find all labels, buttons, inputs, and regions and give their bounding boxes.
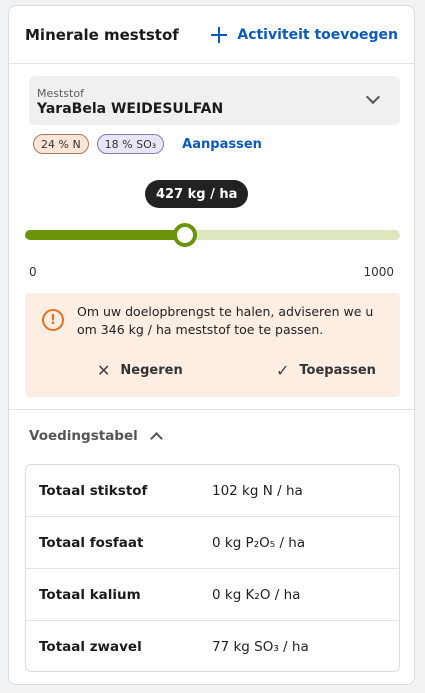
chevron-up-icon: [149, 432, 163, 445]
table-row: Totaal stikstof 102 kg N / ha: [26, 465, 399, 517]
row-label: Totaal kalium: [39, 586, 141, 603]
section-divider: [9, 409, 414, 410]
add-activity-button[interactable]: Activiteit toevoegen: [211, 26, 398, 43]
slider-fill: [25, 230, 186, 240]
row-value: 0 kg K₂O / ha: [212, 586, 301, 603]
fertilizer-select[interactable]: Meststof YaraBela WEIDESULFAN: [29, 76, 400, 125]
row-value: 102 kg N / ha: [212, 482, 303, 499]
warning-icon: !: [42, 309, 64, 331]
row-value: 0 kg P₂O₅ / ha: [212, 534, 306, 551]
fertilizer-card: Minerale meststof Activiteit toevoegen M…: [8, 5, 415, 685]
dismiss-label: Negeren: [120, 363, 183, 378]
row-label: Totaal stikstof: [39, 482, 148, 499]
table-row: Totaal zwavel 77 kg SO₃ / ha: [26, 621, 399, 671]
checkmark-icon: ✓: [276, 361, 290, 380]
add-activity-label: Activiteit toevoegen: [237, 26, 398, 43]
nutrition-table-title: Voedingstabel: [29, 428, 138, 444]
slider-value-tooltip: 427 kg / ha: [145, 180, 249, 208]
chevron-down-icon: [365, 89, 381, 105]
sulfur-chip: 18 % SO₃: [96, 134, 165, 154]
table-row: Totaal kalium 0 kg K₂O / ha: [26, 569, 399, 621]
apply-button[interactable]: ✓ Toepassen: [276, 361, 376, 380]
slider-handle[interactable]: [173, 223, 198, 247]
nutrition-table-toggle[interactable]: Voedingstabel: [29, 428, 163, 445]
row-value: 77 kg SO₃ / ha: [212, 639, 309, 655]
fertilizer-select-label: Meststof: [37, 87, 84, 100]
table-row: Totaal fosfaat 0 kg P₂O₅ / ha: [26, 517, 399, 569]
apply-label: Toepassen: [299, 363, 376, 378]
amount-slider[interactable]: [25, 223, 400, 247]
fertilizer-select-value: YaraBela WEIDESULFAN: [37, 101, 224, 117]
slider-min-label: 0: [29, 265, 37, 279]
row-label: Totaal zwavel: [39, 639, 142, 655]
plus-icon: [211, 26, 228, 43]
close-icon: ✕: [97, 361, 111, 380]
nutrition-table: Totaal stikstof 102 kg N / ha Totaal fos…: [25, 464, 400, 672]
card-title: Minerale meststof: [25, 25, 179, 44]
adjust-link[interactable]: Aanpassen: [182, 137, 262, 152]
nutrient-chips: 24 % N 18 % SO₃ Aanpassen: [33, 134, 262, 154]
slider-max-label: 1000: [363, 265, 394, 279]
nitrogen-chip: 24 % N: [33, 134, 89, 154]
row-label: Totaal fosfaat: [39, 534, 144, 551]
advice-alert: ! Om uw doelopbrengst te halen, advisere…: [25, 293, 400, 397]
dismiss-button[interactable]: ✕ Negeren: [97, 361, 183, 380]
advice-message: Om uw doelopbrengst te halen, adviseren …: [77, 304, 374, 337]
card-header: Minerale meststof Activiteit toevoegen: [9, 6, 414, 64]
